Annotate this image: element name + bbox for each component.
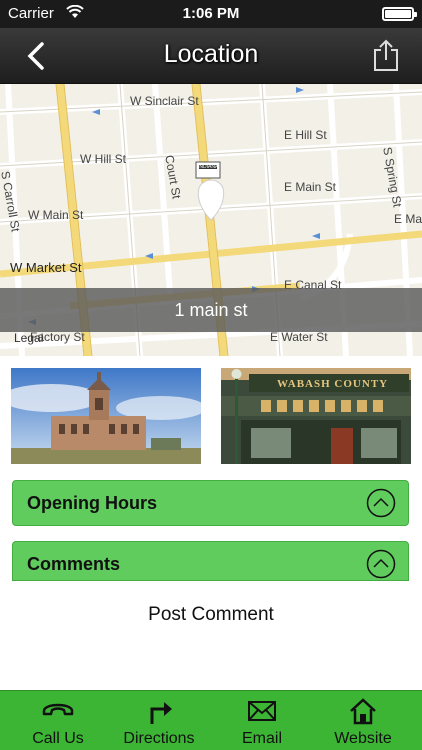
tab-bar: Call Us Directions Email Website [0, 690, 422, 750]
tab-website[interactable]: Website [313, 691, 413, 750]
store-sign-text: WABASH COUNTY [277, 378, 389, 390]
street-label: E Mark [394, 212, 422, 226]
street-label: W Main St [28, 208, 84, 222]
post-comment-button[interactable]: Post Comment [0, 604, 422, 626]
courthouse-photo[interactable] [11, 368, 201, 464]
map-legal-link[interactable]: Legal [14, 331, 43, 345]
navigation-bar: Location [0, 28, 422, 84]
tab-label: Call Us [32, 730, 84, 747]
address-overlay: 1 main st [0, 288, 422, 332]
chevron-up-circle-icon[interactable] [366, 549, 396, 579]
tab-label: Directions [123, 730, 195, 747]
street-label: E Hill St [284, 128, 327, 142]
pin-shield-label: INDIANA [198, 164, 219, 170]
opening-hours-label: Opening Hours [27, 493, 157, 513]
tab-label: Website [334, 730, 392, 747]
opening-hours-section[interactable]: Opening Hours [12, 480, 409, 526]
tab-call-us[interactable]: Call Us [8, 691, 108, 750]
comments-label: Comments [27, 554, 121, 574]
tab-directions[interactable]: Directions [109, 691, 209, 750]
street-label: W Sinclair St [130, 94, 199, 108]
status-bar: Carrier 1:06 PM [0, 0, 422, 28]
page-title: Location [163, 40, 259, 68]
chevron-up-circle-icon[interactable] [366, 488, 396, 518]
comments-section[interactable]: Comments [12, 541, 409, 581]
street-label: E Main St [284, 180, 337, 194]
battery-icon [382, 7, 417, 21]
tab-email[interactable]: Email [212, 691, 312, 750]
tab-label: Email [241, 730, 282, 747]
turn-right-arrow-icon [150, 702, 172, 724]
home-icon [350, 698, 376, 725]
street-label: E Water St [270, 330, 328, 344]
street-label: W Hill St [80, 152, 126, 166]
phone-icon [42, 703, 74, 716]
share-icon[interactable] [372, 38, 400, 72]
courthouse-image [11, 368, 201, 464]
street-label: W Market St [10, 260, 82, 275]
envelope-icon [248, 701, 276, 721]
status-time: 1:06 PM [182, 5, 240, 22]
storefront-photo[interactable]: WABASH COUNTY [221, 368, 411, 464]
